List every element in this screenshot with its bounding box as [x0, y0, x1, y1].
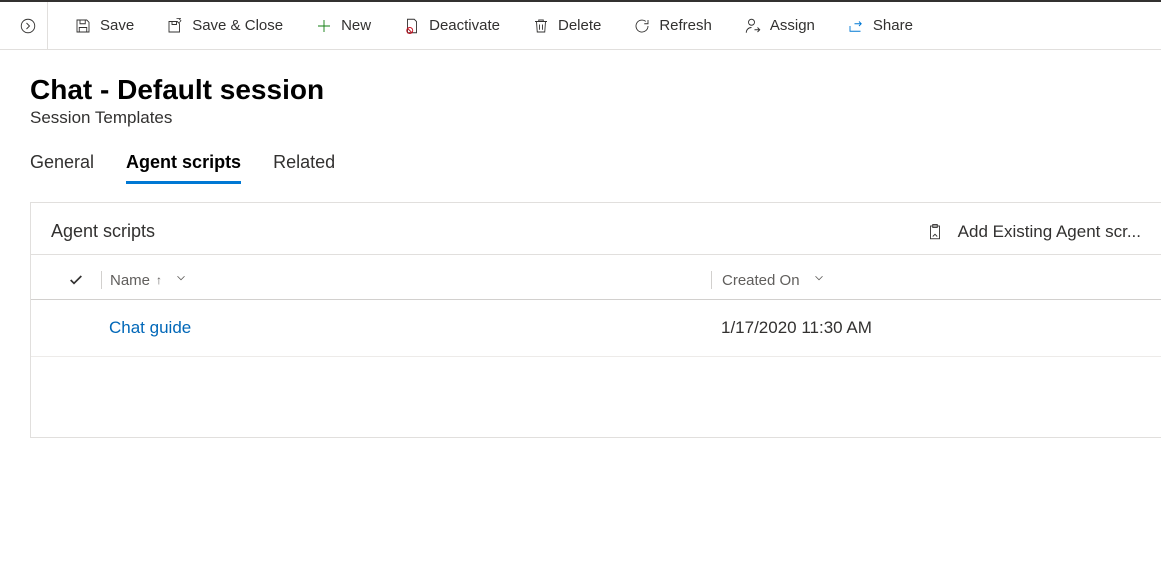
chevron-down-icon: [812, 271, 826, 289]
save-icon: [74, 17, 92, 35]
page-subtitle: Session Templates: [30, 108, 1131, 128]
share-button[interactable]: Share: [833, 11, 927, 41]
assign-label: Assign: [770, 17, 815, 34]
new-label: New: [341, 17, 371, 34]
row-created-value: 1/17/2020 11:30 AM: [721, 318, 872, 338]
page-header: Chat - Default session Session Templates: [0, 50, 1161, 128]
save-label: Save: [100, 17, 134, 34]
column-header-created[interactable]: Created On: [711, 271, 1141, 289]
deactivate-button[interactable]: Deactivate: [389, 11, 514, 41]
row-name-link[interactable]: Chat guide: [109, 318, 191, 338]
refresh-label: Refresh: [659, 17, 712, 34]
agent-scripts-panel: Agent scripts Add Existing Agent scr... …: [30, 202, 1161, 438]
panel-header: Agent scripts Add Existing Agent scr...: [31, 221, 1161, 255]
save-close-icon: [166, 17, 184, 35]
table-row[interactable]: Chat guide 1/17/2020 11:30 AM: [31, 300, 1161, 357]
expand-button[interactable]: [8, 2, 48, 50]
clipboard-icon: [926, 223, 944, 241]
refresh-icon: [633, 17, 651, 35]
command-bar: Save Save & Close New Deactivate Delete …: [0, 2, 1161, 50]
save-close-button[interactable]: Save & Close: [152, 11, 297, 41]
save-close-label: Save & Close: [192, 17, 283, 34]
panel-title: Agent scripts: [51, 221, 155, 242]
trash-icon: [532, 17, 550, 35]
sort-ascending-icon: ↑: [156, 273, 162, 287]
refresh-button[interactable]: Refresh: [619, 11, 726, 41]
tab-general[interactable]: General: [30, 152, 94, 184]
deactivate-label: Deactivate: [429, 17, 500, 34]
share-label: Share: [873, 17, 913, 34]
assign-icon: [744, 17, 762, 35]
save-button[interactable]: Save: [60, 11, 148, 41]
new-button[interactable]: New: [301, 11, 385, 41]
grid-header: Name ↑ Created On: [31, 261, 1161, 300]
tab-list: General Agent scripts Related: [0, 128, 1161, 184]
chevron-right-circle-icon: [19, 17, 37, 35]
add-existing-label: Add Existing Agent scr...: [958, 222, 1141, 242]
deactivate-icon: [403, 17, 421, 35]
share-icon: [847, 17, 865, 35]
delete-label: Delete: [558, 17, 601, 34]
column-name-label: Name: [110, 272, 150, 289]
plus-icon: [315, 17, 333, 35]
page-title: Chat - Default session: [30, 74, 1131, 106]
assign-button[interactable]: Assign: [730, 11, 829, 41]
add-existing-button[interactable]: Add Existing Agent scr...: [926, 222, 1141, 242]
tab-related[interactable]: Related: [273, 152, 335, 184]
delete-button[interactable]: Delete: [518, 11, 615, 41]
column-header-name[interactable]: Name ↑: [101, 271, 711, 289]
column-created-label: Created On: [722, 272, 800, 289]
select-all-column[interactable]: [51, 272, 101, 288]
tab-agent-scripts[interactable]: Agent scripts: [126, 152, 241, 184]
chevron-down-icon: [174, 271, 188, 289]
